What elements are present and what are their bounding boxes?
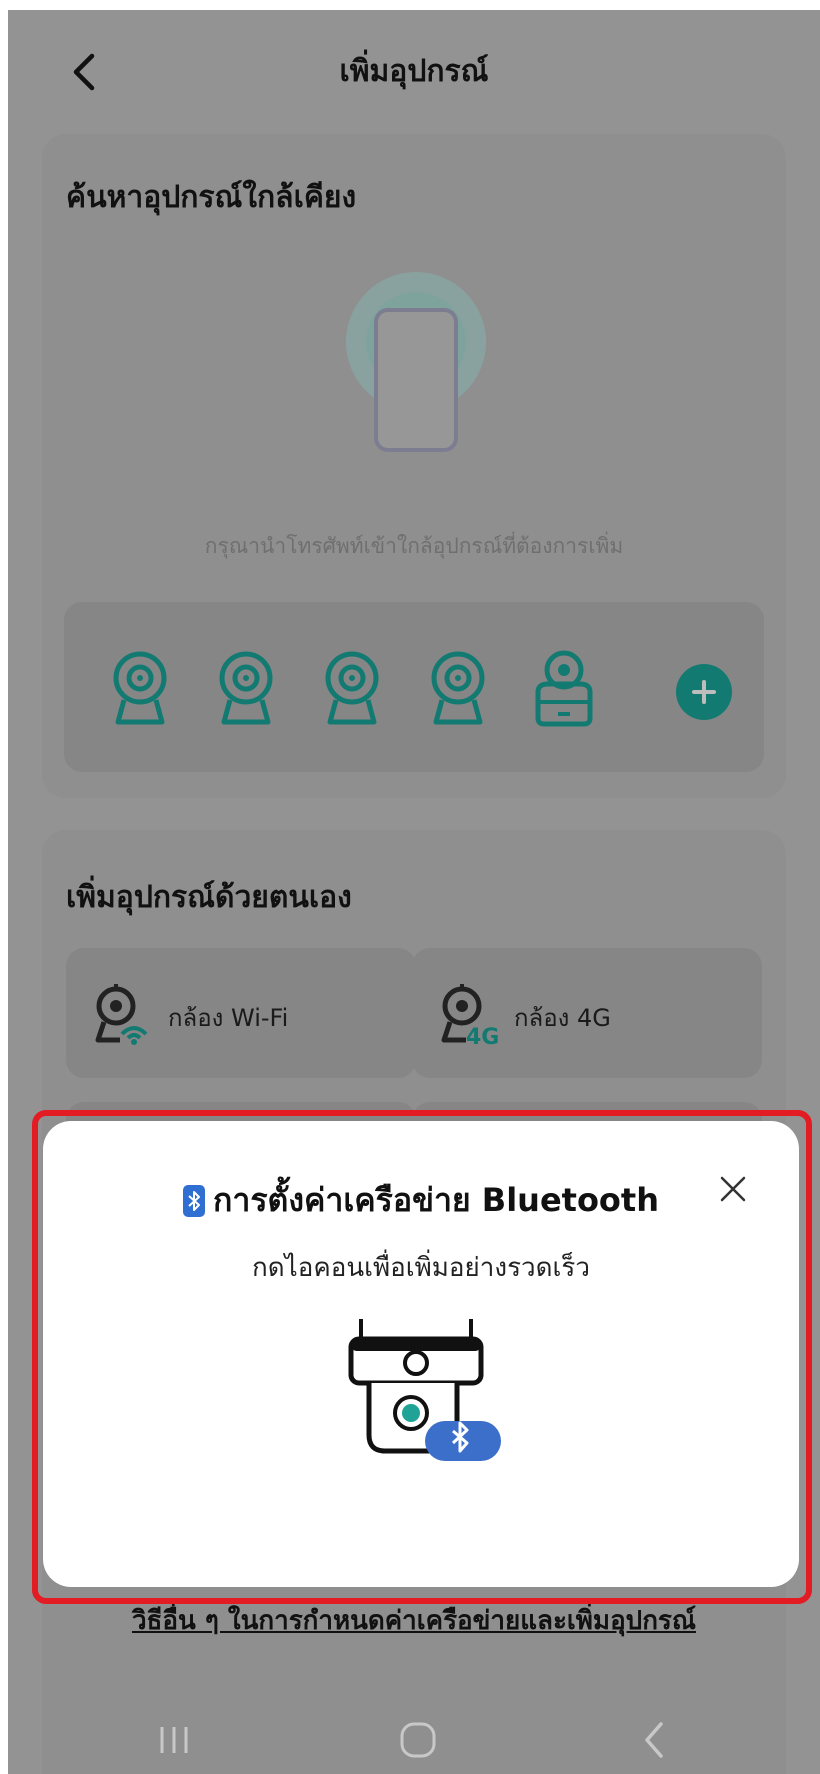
base-station-icon[interactable] xyxy=(528,648,600,728)
manual-section-title: เพิ่มอุปกรณ์ด้วยตนเอง xyxy=(66,880,352,915)
system-nav-bar xyxy=(8,1710,820,1770)
4g-camera-option[interactable]: 4G กล้อง 4G xyxy=(412,948,762,1078)
nearby-section-title: ค้นหาอุปกรณ์ใกล้เคียง xyxy=(66,180,357,215)
wifi-camera-option[interactable]: กล้อง Wi-Fi xyxy=(66,948,416,1078)
camera-icon[interactable] xyxy=(210,648,282,728)
other-methods-link[interactable]: วิธีอื่น ๆ ในการกำหนดค่าเครือข่ายและเพิ่… xyxy=(8,1600,820,1641)
home-button[interactable] xyxy=(388,1710,448,1770)
add-device-button[interactable] xyxy=(676,664,732,720)
4g-camera-label: กล้อง 4G xyxy=(514,1004,611,1032)
highlight-frame xyxy=(32,1110,812,1604)
recent-apps-button[interactable] xyxy=(144,1710,204,1770)
page-title: เพิ่มอุปกรณ์ xyxy=(339,54,489,89)
nearby-hint: กรุณานำโทรศัพท์เข้าใกล้อุปกรณ์ที่ต้องการ… xyxy=(204,534,624,558)
camera-icon[interactable] xyxy=(316,648,388,728)
nav-back-icon xyxy=(645,1722,663,1758)
wifi-camera-icon xyxy=(95,984,148,1045)
nav-back-button[interactable] xyxy=(624,1710,684,1770)
nearby-search-card: ค้นหาอุปกรณ์ใกล้เคียง กรุณานำโทรศัพท์เข้… xyxy=(42,134,786,798)
4g-camera-icon: 4G xyxy=(441,984,499,1046)
phone-scan-illustration xyxy=(338,272,498,492)
svg-text:4G: 4G xyxy=(466,1025,499,1046)
camera-icon[interactable] xyxy=(422,648,494,728)
recent-apps-icon xyxy=(160,1727,188,1753)
home-icon xyxy=(400,1722,436,1758)
nearby-device-list xyxy=(64,602,764,772)
camera-icon[interactable] xyxy=(104,648,176,728)
wifi-camera-label: กล้อง Wi-Fi xyxy=(168,1004,289,1032)
plus-icon xyxy=(692,680,716,704)
